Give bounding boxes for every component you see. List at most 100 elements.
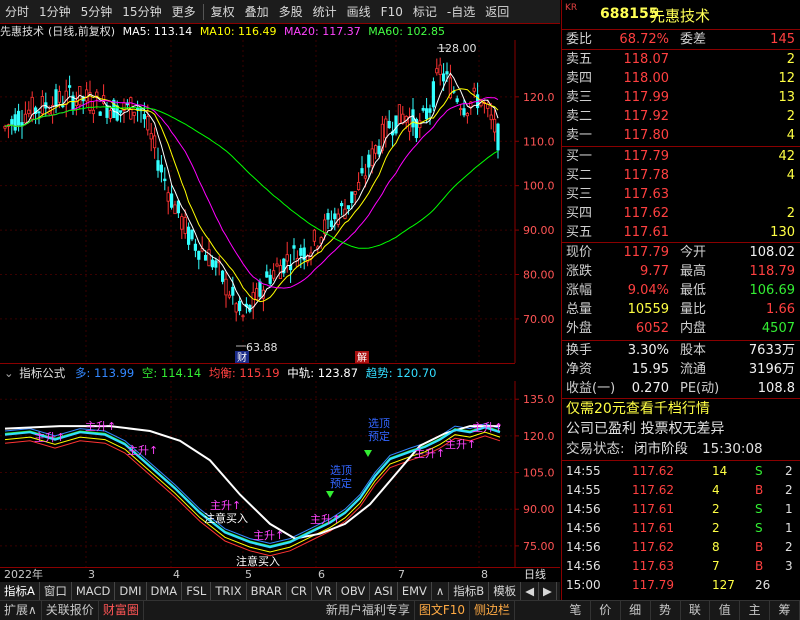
candle-body	[465, 112, 470, 117]
quote-panel-tab[interactable]: 主	[740, 601, 771, 620]
candle-body	[173, 204, 177, 215]
kong-line	[4, 425, 501, 547]
expand-button[interactable]: 扩展∧	[0, 601, 42, 620]
candle-body	[431, 81, 436, 108]
promo-row[interactable]: 仅需20元查看千档行情	[562, 400, 800, 419]
f10-graphic-button[interactable]: 图文F10	[415, 601, 471, 620]
tab-dma[interactable]: DMA	[147, 582, 183, 600]
indicator-kong: 空: 114.14	[141, 366, 202, 380]
indicator-axis-label: 75.00	[523, 540, 555, 553]
rise-label-4: 主升↑	[210, 499, 241, 512]
tab-obv[interactable]: OBV	[337, 582, 371, 600]
tab-brar[interactable]: BRAR	[247, 582, 287, 600]
quote-panel-tabs: 笔价细势联值主筹	[561, 600, 800, 620]
duo-line	[4, 423, 501, 544]
tab-asi[interactable]: ASI	[370, 582, 398, 600]
toolbar-multi-button[interactable]: 多股	[274, 0, 308, 24]
candle-body	[496, 123, 500, 151]
order-ratio-row: 委比 68.72% 委差 145	[562, 30, 800, 49]
indicator-collapse-icon[interactable]: ⌄	[4, 366, 14, 380]
quote-panel-tab[interactable]: 联	[681, 601, 711, 620]
tab-window[interactable]: 窗口	[40, 582, 72, 600]
tick-price: 117.63	[632, 559, 674, 573]
stat-row: 外盘 6052 内盘 4507	[562, 319, 800, 338]
tick-direction: S	[755, 464, 763, 478]
unlock-tag-label: 解	[357, 351, 367, 363]
tab-indicator-b[interactable]: 指标B	[449, 582, 490, 600]
tick-row: 14:55 117.62 4 B 2	[562, 481, 800, 500]
tab-template[interactable]: 模板	[489, 582, 522, 600]
tick-direction: B	[755, 540, 764, 554]
toolbar-overlay-button[interactable]: 叠加	[240, 0, 274, 24]
tab-prev-icon[interactable]: ◀	[521, 582, 540, 600]
wealth-circle-button[interactable]: 财富圈	[99, 601, 144, 620]
toolbar-5min-button[interactable]: 5分钟	[76, 0, 118, 24]
toolbar-watchlist-button[interactable]: -自选	[442, 0, 480, 24]
promo-text[interactable]: 仅需20元查看千档行情	[566, 400, 710, 419]
stat-label: 总量	[566, 302, 593, 317]
candle-body	[387, 120, 391, 129]
tab-indicator-a[interactable]: 指标A	[0, 582, 40, 600]
tab-fsl[interactable]: FSL	[182, 582, 212, 600]
candle-body	[299, 248, 303, 256]
quote-panel-tab[interactable]: 筹	[770, 601, 800, 620]
candle-body	[370, 148, 374, 166]
indicator-formula-label[interactable]: 指标公式	[19, 366, 65, 380]
quote-panel-tab[interactable]: 值	[710, 601, 741, 620]
toolbar-draw-button[interactable]: 画线	[342, 0, 376, 24]
candle-body	[268, 274, 272, 284]
candle-body	[258, 281, 262, 297]
sell-level-volume: 4	[786, 128, 795, 143]
rise-label-8: 主升↑	[445, 438, 476, 451]
price-grid	[0, 40, 515, 363]
quote-panel-tab[interactable]: 笔	[561, 601, 591, 620]
buy-level-row: 买一 117.79 42	[562, 147, 800, 166]
toolbar-more-button[interactable]: 更多	[167, 0, 201, 24]
low-price-label: 63.88	[246, 341, 278, 354]
toolbar-1min-button[interactable]: 1分钟	[34, 0, 76, 24]
period-daily-button[interactable]: 日线	[524, 568, 546, 582]
price-chart[interactable]: 120.0 110.0 100.0 90.00 80.00 70.00 128.00 63…	[0, 40, 560, 363]
candle-body	[132, 111, 136, 116]
toolbar-15min-button[interactable]: 15分钟	[117, 0, 166, 24]
tab-next-icon[interactable]: ▶	[539, 582, 557, 600]
new-user-promo-button[interactable]: 新用户福利专享	[322, 601, 415, 620]
tick-row: 14:56 117.63 7 B 3	[562, 557, 800, 576]
tab-vr[interactable]: VR	[312, 582, 337, 600]
toolbar-back-button[interactable]: 返回	[480, 0, 514, 24]
stat-row: 总量 10559 量比 1.66	[562, 300, 800, 319]
tab-macd[interactable]: MACD	[72, 582, 116, 600]
quote-panel-tab[interactable]: 细	[621, 601, 651, 620]
ma20-line	[4, 96, 499, 289]
tab-trix[interactable]: TRIX	[211, 582, 247, 600]
tab-cr[interactable]: CR	[287, 582, 312, 600]
candle-body	[176, 200, 180, 214]
quote-panel-tab[interactable]: 势	[651, 601, 681, 620]
rise-label-6: 主升↑	[310, 513, 341, 526]
candle-body	[363, 175, 368, 179]
stat-value: 3.30%	[627, 343, 669, 358]
toolbar-intraday-button[interactable]: 分时	[0, 0, 34, 24]
quote-title: KR 688155 先惠技术	[562, 0, 800, 30]
candle-body	[254, 288, 259, 301]
down-arrow-icon	[326, 491, 334, 498]
price-axis-label: 100.0	[523, 180, 555, 193]
toolbar-stats-button[interactable]: 统计	[308, 0, 342, 24]
toolbar-f10-button[interactable]: F10	[376, 0, 408, 24]
tab-emv[interactable]: EMV	[398, 582, 432, 600]
toolbar-mark-button[interactable]: 标记	[408, 0, 442, 24]
tab-dmi[interactable]: DMI	[115, 582, 147, 600]
candle-body	[462, 108, 466, 116]
tick-direction: S	[755, 521, 763, 535]
divider	[562, 460, 800, 461]
toolbar-adjust-button[interactable]: 复权	[206, 0, 240, 24]
stat-label: 涨跌	[566, 264, 593, 279]
related-quotes-button[interactable]: 关联报价	[42, 601, 99, 620]
tab-expand-icon[interactable]: ∧	[432, 582, 450, 600]
sidebar-button[interactable]: 侧边栏	[470, 601, 516, 620]
stock-title: 先惠技术	[650, 7, 711, 25]
candle-body	[458, 108, 463, 110]
indicator-chart[interactable]: 135.0 120.0 105.0 90.00 75.00 主升↑ 主升↑ 主升↑ 主升…	[0, 381, 560, 567]
quote-panel-tab[interactable]: 价	[591, 601, 621, 620]
stat-label: 收益(一)	[566, 381, 616, 396]
